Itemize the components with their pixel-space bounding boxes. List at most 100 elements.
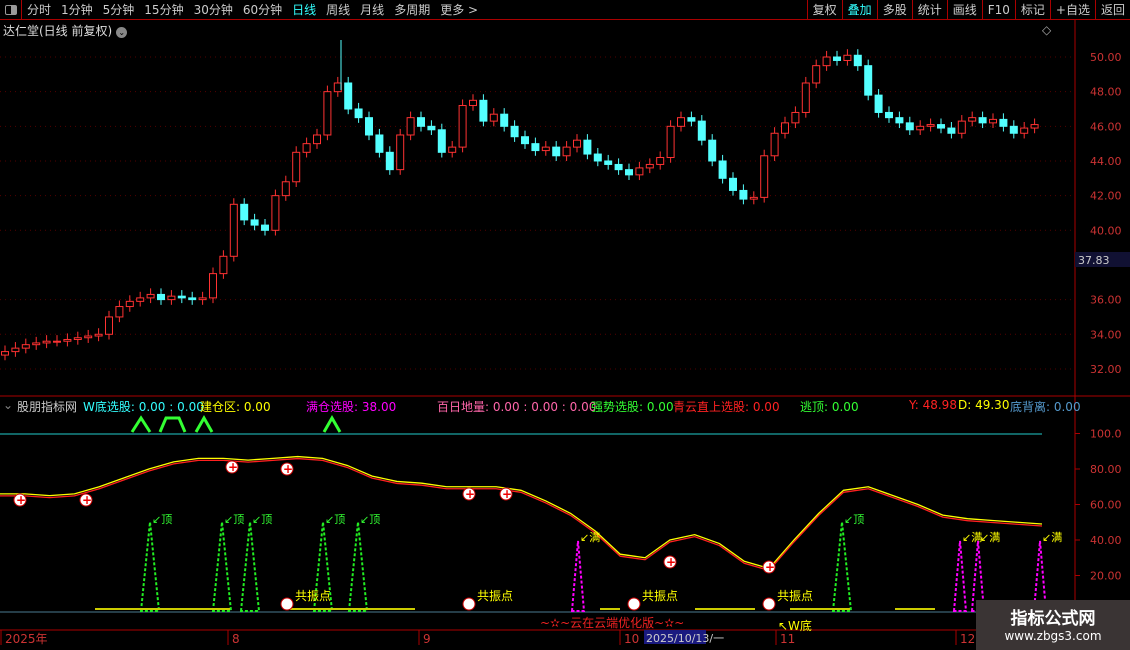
plus-circle-icon: + xyxy=(502,487,512,501)
candle xyxy=(739,189,748,200)
plus-circle-icon: + xyxy=(283,462,293,476)
candle xyxy=(1030,124,1039,129)
candle xyxy=(656,157,665,165)
plus-circle-icon xyxy=(627,597,641,611)
top-label: ↙顶 xyxy=(224,513,244,526)
candle xyxy=(905,122,914,131)
time-label: 9 xyxy=(423,632,431,646)
candle xyxy=(271,195,280,231)
price-label: 36.00 xyxy=(1090,294,1122,307)
time-label: 10 xyxy=(624,632,639,646)
price-label: 40.00 xyxy=(1090,224,1122,237)
candle xyxy=(500,113,509,127)
buy-arrow-icon xyxy=(130,415,152,433)
candle xyxy=(791,111,800,124)
candle xyxy=(32,342,41,346)
candle xyxy=(1020,127,1029,134)
candle xyxy=(489,113,498,122)
buy-arrow-icon xyxy=(194,414,214,433)
candle xyxy=(125,300,134,308)
price-label: 50.00 xyxy=(1090,51,1122,64)
candle xyxy=(292,151,301,183)
candle xyxy=(479,99,488,122)
candle xyxy=(136,297,145,302)
price-label: 44.00 xyxy=(1090,155,1122,168)
d-value: D: 49.30 xyxy=(958,398,1010,412)
plus-circle-icon xyxy=(462,597,476,611)
full-position-value: 满仓选股: 38.00 xyxy=(306,400,397,414)
candle xyxy=(261,224,269,231)
top-signal xyxy=(239,521,261,612)
candle xyxy=(313,134,321,145)
candle xyxy=(365,117,373,136)
chart-canvas[interactable]: 50.00 48.00 46.00 44.00 42.00 40.00 36.00 34.00… xyxy=(0,0,1130,650)
plus-circle-icon: + xyxy=(666,555,676,569)
resonance-label: 共振点 xyxy=(777,589,813,603)
candle xyxy=(864,65,873,96)
candle xyxy=(801,82,810,113)
candle xyxy=(999,118,1008,127)
w-bottom-value: W底选股: 0.00 : 0.00 xyxy=(83,400,204,414)
candle xyxy=(73,337,82,340)
candle xyxy=(302,143,311,153)
plus-circle-icon: + xyxy=(16,493,26,507)
candle xyxy=(521,136,529,145)
resonance-label: 共振点 xyxy=(295,589,331,603)
full-label: ↙满 xyxy=(580,531,600,544)
y-value: Y: 48.98 xyxy=(909,398,957,412)
candle xyxy=(1009,125,1018,134)
version-label: ~✫~云在云端优化版~✫~ xyxy=(540,616,684,630)
candle xyxy=(957,120,966,134)
price-label: 32.00 xyxy=(1090,363,1122,376)
candle xyxy=(167,295,176,301)
top-signal xyxy=(347,521,369,612)
candle xyxy=(209,273,217,299)
indicator-name[interactable]: 股朋指标网 xyxy=(17,398,77,415)
diamond-icon: ◇ xyxy=(1042,23,1052,37)
candle xyxy=(323,91,332,136)
price-label: 48.00 xyxy=(1090,86,1122,99)
collapse-icon[interactable]: ⌄ xyxy=(3,398,13,412)
candle xyxy=(188,297,197,301)
time-label: 12 xyxy=(960,632,975,646)
candle xyxy=(458,105,467,148)
candle xyxy=(760,155,769,198)
candle xyxy=(687,117,696,122)
candle xyxy=(843,54,852,61)
watermark: 指标公式网 www.zbgs3.com xyxy=(976,600,1130,650)
top-label: ↙顶 xyxy=(360,513,380,526)
candle xyxy=(604,160,613,165)
candle xyxy=(697,120,706,141)
candle xyxy=(749,196,758,200)
candle xyxy=(989,118,997,124)
price-label: 34.00 xyxy=(1090,328,1122,341)
strong-value: 强势选股: 0.00 xyxy=(591,400,674,414)
cursor-date: 2025/10/13/一 xyxy=(646,632,724,645)
candle xyxy=(625,169,633,176)
full-signal xyxy=(570,540,586,612)
w-bottom-label: ↖W底 xyxy=(778,618,812,633)
indicator-axis-label: 40.00 xyxy=(1090,534,1122,547)
candle xyxy=(219,255,228,275)
hundred-day-value: 百日地量: 0.00 : 0.00 : 0.00 xyxy=(437,400,597,414)
buy-arrow-icon xyxy=(322,414,342,433)
candle xyxy=(978,117,987,124)
candle xyxy=(947,127,956,134)
candle xyxy=(21,344,30,349)
candle xyxy=(105,316,113,335)
top-signal xyxy=(211,521,233,612)
candle xyxy=(84,335,93,339)
candle xyxy=(177,295,186,299)
time-label: 2025年 xyxy=(5,632,48,646)
candle xyxy=(437,129,446,153)
top-signal xyxy=(139,521,161,612)
candle xyxy=(770,132,779,157)
candle xyxy=(469,99,477,107)
candle xyxy=(926,124,935,127)
candle xyxy=(718,160,727,179)
candle xyxy=(541,146,550,152)
candle xyxy=(937,124,945,129)
candle xyxy=(385,151,394,171)
full-label: ↙满 xyxy=(1042,531,1062,544)
candle xyxy=(708,139,717,162)
